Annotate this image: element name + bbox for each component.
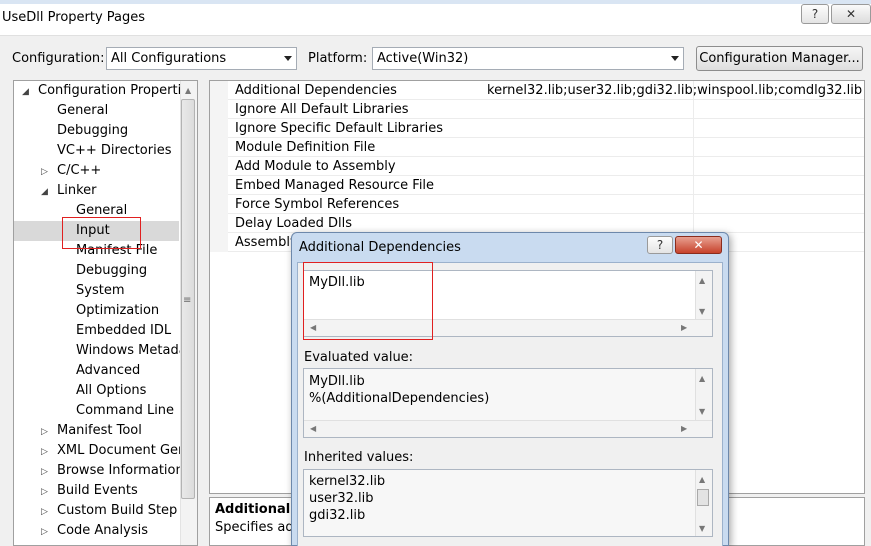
grid-row-add-module-to-assembly[interactable]: Add Module to Assembly: [210, 157, 864, 176]
expand-icon[interactable]: ▷: [41, 487, 48, 497]
tree-item-browse-information[interactable]: Browse Information: [57, 461, 184, 481]
grid-row-name: Add Module to Assembly: [235, 159, 396, 174]
scroll-up-icon[interactable]: ▲: [699, 475, 705, 484]
tree-item-linker[interactable]: Linker: [57, 181, 97, 201]
tree-item-debugging[interactable]: Debugging: [57, 121, 128, 141]
configuration-value: All Configurations: [111, 51, 227, 66]
dialog-help-button[interactable]: ?: [647, 236, 673, 254]
platform-dropdown[interactable]: Active(Win32): [372, 47, 684, 70]
grid-row-name: Force Symbol References: [235, 197, 400, 212]
chevron-down-icon: [671, 56, 679, 61]
grid-row-ignore-all-default-libraries[interactable]: Ignore All Default Libraries: [210, 100, 864, 119]
grid-row-force-symbol-references[interactable]: Force Symbol References: [210, 195, 864, 214]
tree-item-command-line[interactable]: Command Line: [76, 401, 174, 421]
grid-row-name: Ignore Specific Default Libraries: [235, 121, 443, 136]
tree-item-linker-debugging[interactable]: Debugging: [76, 261, 147, 281]
tree-item-code-analysis[interactable]: Code Analysis: [57, 521, 148, 541]
description-text: Specifies add: [215, 520, 302, 535]
scroll-left-icon[interactable]: ◀: [310, 424, 316, 433]
grip-icon: ≡: [183, 295, 192, 306]
help-button[interactable]: ?: [801, 4, 829, 24]
tree-item-optimization[interactable]: Optimization: [76, 301, 159, 321]
configuration-dropdown[interactable]: All Configurations: [106, 47, 297, 70]
grid-row-name: Delay Loaded Dlls: [235, 216, 352, 231]
grid-row-additional-dependencies[interactable]: Additional Dependencies kernel32.lib;use…: [210, 81, 864, 100]
tree-item-advanced[interactable]: Advanced: [76, 361, 140, 381]
highlight-box-input: [62, 217, 141, 249]
tree-item-embedded-idl[interactable]: Embedded IDL: [76, 321, 171, 341]
scroll-right-icon[interactable]: ▶: [681, 424, 687, 433]
expand-icon[interactable]: ▷: [41, 467, 48, 477]
tree-item-configuration-properties[interactable]: Configuration Properties: [38, 81, 196, 101]
grid-row-value: kernel32.lib;user32.lib;gdi32.lib;winspo…: [487, 83, 863, 98]
inherited-line: gdi32.lib: [309, 508, 366, 523]
evaluated-horizontal-scrollbar[interactable]: [304, 420, 712, 437]
tree-item-all-options[interactable]: All Options: [76, 381, 146, 401]
chevron-down-icon: [284, 56, 292, 61]
scroll-down-icon[interactable]: ▼: [699, 524, 705, 533]
tree-item-c-cpp[interactable]: C/C++: [57, 161, 101, 181]
inherited-line: user32.lib: [309, 491, 374, 506]
window-title: UseDll Property Pages: [2, 10, 146, 25]
platform-label: Platform:: [308, 51, 368, 66]
expand-icon[interactable]: ▷: [41, 447, 48, 457]
tree-item-vc-directories[interactable]: VC++ Directories: [57, 141, 172, 161]
grid-row-name: Assembly: [235, 235, 298, 250]
dialog-title: Additional Dependencies: [299, 240, 461, 255]
expand-icon[interactable]: ▷: [41, 167, 48, 177]
tree-item-system[interactable]: System: [76, 281, 124, 301]
expand-icon[interactable]: ▷: [41, 527, 48, 537]
highlight-box-edit: [303, 262, 433, 340]
grid-row-embed-managed-resource-file[interactable]: Embed Managed Resource File: [210, 176, 864, 195]
grid-row-module-definition-file[interactable]: Module Definition File: [210, 138, 864, 157]
inherited-line: kernel32.lib: [309, 474, 386, 489]
grid-row-name: Additional Dependencies: [235, 83, 397, 98]
tree-item-manifest-tool[interactable]: Manifest Tool: [57, 421, 142, 441]
tree-item-custom-build-step[interactable]: Custom Build Step: [57, 501, 177, 521]
grid-row-name: Ignore All Default Libraries: [235, 102, 409, 117]
tree-item-general[interactable]: General: [57, 101, 108, 121]
scroll-down-icon[interactable]: ▼: [699, 407, 705, 416]
collapse-icon[interactable]: ◢: [22, 87, 29, 97]
platform-value: Active(Win32): [377, 51, 469, 66]
expand-icon[interactable]: ▷: [41, 427, 48, 437]
scroll-up-icon[interactable]: ▲: [699, 374, 705, 383]
expand-icon[interactable]: ▷: [41, 507, 48, 517]
inherited-values-label: Inherited values:: [304, 450, 414, 465]
evaluated-value-label: Evaluated value:: [304, 350, 414, 365]
collapse-icon[interactable]: ◢: [41, 187, 48, 197]
configuration-manager-button[interactable]: Configuration Manager...: [696, 46, 863, 71]
scroll-right-icon[interactable]: ▶: [681, 323, 687, 332]
title-bar-edge: [0, 0, 871, 4]
tree-item-windows-metadata[interactable]: Windows Metada: [76, 341, 187, 361]
grid-row-name: Module Definition File: [235, 140, 376, 155]
evaluated-line: %(AdditionalDependencies): [309, 391, 490, 406]
scroll-up-icon[interactable]: ▲: [185, 86, 191, 95]
configuration-label: Configuration:: [12, 51, 105, 66]
grid-row-delay-loaded-dlls[interactable]: Delay Loaded Dlls: [210, 214, 864, 233]
grid-row-ignore-specific-default-libraries[interactable]: Ignore Specific Default Libraries: [210, 119, 864, 138]
scroll-down-icon[interactable]: ▼: [699, 307, 705, 316]
dialog-close-button[interactable]: ✕: [675, 236, 722, 254]
scroll-up-icon[interactable]: ▲: [699, 276, 705, 285]
evaluated-line: MyDll.lib: [309, 374, 365, 389]
close-button[interactable]: ✕: [831, 4, 871, 24]
inherited-scroll-thumb[interactable]: [697, 489, 709, 506]
grid-row-name: Embed Managed Resource File: [235, 178, 435, 193]
tree-item-xml-document-generator[interactable]: XML Document Gene: [57, 441, 194, 461]
tree-item-build-events[interactable]: Build Events: [57, 481, 138, 501]
